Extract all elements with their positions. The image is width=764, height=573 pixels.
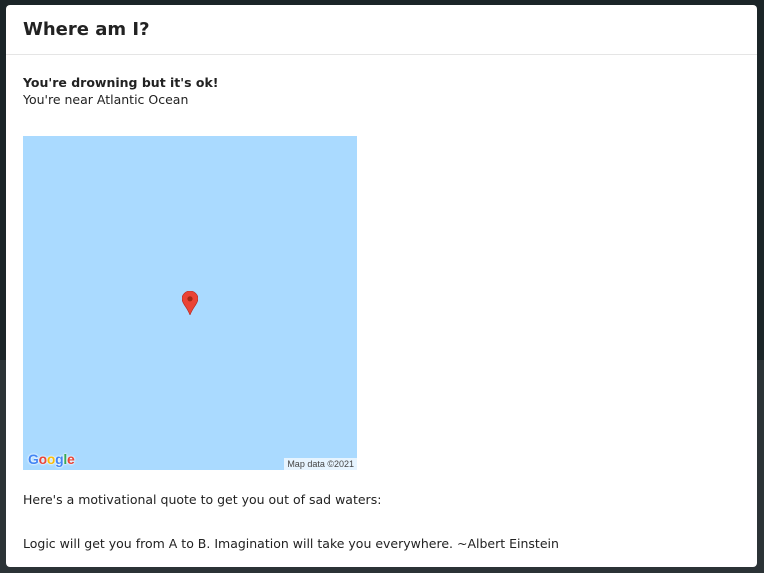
- modal-title: Where am I?: [23, 19, 150, 40]
- map-pin-icon[interactable]: [182, 291, 198, 315]
- where-am-i-modal: Where am I? You're drowning but it's ok!…: [6, 5, 757, 567]
- location-map[interactable]: Google Map data ©2021: [23, 136, 357, 470]
- quote-intro: Here's a motivational quote to get you o…: [23, 492, 382, 507]
- google-logo-letter: o: [46, 451, 56, 467]
- modal-header: Where am I?: [6, 5, 757, 55]
- modal-body: You're drowning but it's ok! You're near…: [6, 55, 757, 552]
- motivational-quote: Logic will get you from A to B. Imaginat…: [23, 536, 559, 551]
- map-attribution: Map data ©2021: [284, 458, 357, 470]
- google-logo-letter: o: [38, 451, 48, 467]
- location-text: You're near Atlantic Ocean: [23, 92, 189, 107]
- google-logo-letter: G: [28, 451, 39, 467]
- google-logo: Google: [28, 451, 75, 467]
- google-logo-letter: e: [66, 451, 75, 467]
- status-heading: You're drowning but it's ok!: [23, 75, 219, 90]
